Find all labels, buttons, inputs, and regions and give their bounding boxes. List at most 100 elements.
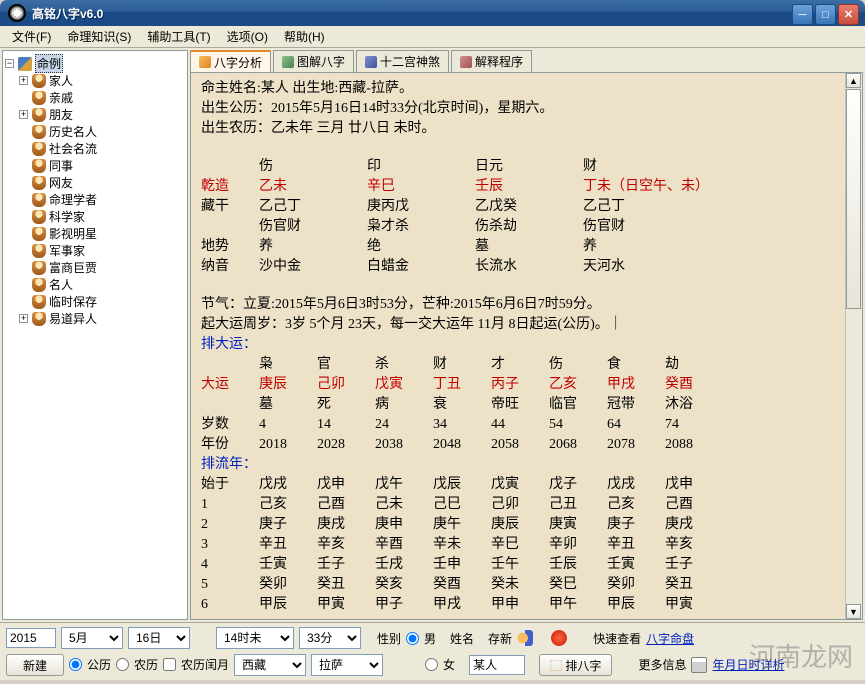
name-input[interactable] — [469, 655, 525, 675]
hour-select[interactable]: 14时未 — [216, 627, 294, 649]
row-cell: 戊申 — [317, 475, 375, 495]
row-cell: 印 — [367, 157, 475, 177]
tree-item[interactable]: 富商巨贾 — [5, 259, 185, 276]
more-info-link[interactable]: 年月日时详析 — [712, 658, 784, 672]
new-button[interactable]: 新建 — [6, 654, 64, 676]
row-cell: 癸酉 — [433, 575, 491, 595]
tree-item-label[interactable]: 朋友 — [49, 106, 73, 123]
tree-item-label[interactable]: 影视明星 — [49, 225, 97, 242]
maximize-button[interactable]: □ — [815, 4, 836, 25]
scroll-up-button[interactable]: ▲ — [846, 73, 861, 88]
tree-item-label[interactable]: 网友 — [49, 174, 73, 191]
female-radio[interactable] — [425, 658, 438, 671]
tree-item-label[interactable]: 同事 — [49, 157, 73, 174]
lunar-radio[interactable] — [116, 658, 129, 671]
tree-item-label[interactable]: 命理学者 — [49, 191, 97, 208]
tree-panel[interactable]: − 命例 + 家人亲戚 + 朋友历史名人社会名流同事网友命理学者科学家影视明星军事家富… — [2, 50, 188, 620]
province-select[interactable]: 西藏 — [234, 654, 306, 676]
analysis-text[interactable]: 命主姓名:某人 出生地:西藏-拉萨。 出生公历：2015年5月16日14时33分… — [190, 72, 863, 620]
day-select[interactable]: 16日 — [128, 627, 190, 649]
liunian-row: 始于戊戌戊申戊午戊辰戊寅戊子戊戌戊申 — [201, 475, 852, 495]
tree-item[interactable]: 同事 — [5, 157, 185, 174]
row-cell: 54 — [549, 415, 607, 435]
tree-expand-icon[interactable]: + — [19, 314, 28, 323]
row-cell: 丁未（日空午、未） — [583, 177, 709, 197]
tree-item-label[interactable]: 历史名人 — [49, 123, 97, 140]
month-select[interactable]: 5月 — [61, 627, 123, 649]
row-cell: 长流水 — [475, 257, 583, 277]
row-cell: 乙戊癸 — [475, 197, 583, 217]
tree-item-label[interactable]: 亲戚 — [49, 89, 73, 106]
menu-knowledge[interactable]: 命理知识(S) — [59, 26, 139, 47]
tree-root-label[interactable]: 命例 — [35, 54, 63, 73]
minute-select[interactable]: 33分 — [299, 627, 361, 649]
menu-options[interactable]: 选项(O) — [219, 26, 276, 47]
tree-item[interactable]: + 家人 — [5, 72, 185, 89]
tree-item-label[interactable]: 军事家 — [49, 242, 85, 259]
person-icon — [32, 125, 46, 139]
tree-collapse-icon[interactable]: − — [5, 59, 14, 68]
tree-item[interactable]: 社会名流 — [5, 140, 185, 157]
person-icon — [32, 193, 46, 207]
row-cell: 病 — [375, 395, 433, 415]
tree-item-label[interactable]: 名人 — [49, 276, 73, 293]
year-input[interactable] — [6, 628, 56, 648]
quick-view-link[interactable]: 八字命盘 — [646, 632, 694, 646]
scroll-thumb[interactable] — [846, 89, 861, 309]
city-select[interactable]: 拉萨 — [311, 654, 383, 676]
tree-item-label[interactable]: 富商巨贾 — [49, 259, 97, 276]
row-cell: 财 — [433, 355, 491, 375]
row-cell: 冠带 — [607, 395, 665, 415]
tree-item[interactable]: 影视明星 — [5, 225, 185, 242]
tree-item[interactable]: 网友 — [5, 174, 185, 191]
row-label: 4 — [201, 555, 259, 575]
red-dot-icon[interactable] — [551, 630, 567, 646]
tree-item[interactable]: 亲戚 — [5, 89, 185, 106]
row-cell: 辛丑 — [259, 535, 317, 555]
scroll-down-button[interactable]: ▼ — [846, 604, 861, 619]
tree-item-label[interactable]: 社会名流 — [49, 140, 97, 157]
tree-item[interactable]: 临时保存 — [5, 293, 185, 310]
vertical-scrollbar[interactable]: ▲ ▼ — [845, 73, 862, 619]
calendar-icon[interactable] — [691, 657, 707, 673]
tree-item[interactable]: 命理学者 — [5, 191, 185, 208]
tree-item[interactable]: + 朋友 — [5, 106, 185, 123]
tree-item-label[interactable]: 科学家 — [49, 208, 85, 225]
tab-explain[interactable]: 解释程序 — [451, 50, 532, 72]
row-cell: 辛丑 — [607, 535, 665, 555]
tree-root-row[interactable]: − 命例 — [5, 55, 185, 72]
menu-tools[interactable]: 辅助工具(T) — [139, 26, 218, 47]
row-cell: 伤杀劫 — [475, 217, 583, 237]
paibazi-button[interactable]: ⬚ 排八字 — [539, 654, 612, 676]
tree-item[interactable]: 名人 — [5, 276, 185, 293]
menu-file[interactable]: 文件(F) — [4, 26, 59, 47]
tree-item[interactable]: 历史名人 — [5, 123, 185, 140]
row-cell: 壬寅 — [259, 555, 317, 575]
tab-diagram[interactable]: 图解八字 — [273, 50, 354, 72]
row-cell: 64 — [607, 415, 665, 435]
info-name-line: 命主姓名:某人 出生地:西藏-拉萨。 — [201, 79, 852, 99]
solar-radio[interactable] — [69, 658, 82, 671]
minimize-button[interactable]: ─ — [792, 4, 813, 25]
row-cell: 死 — [317, 395, 375, 415]
tree-item-label[interactable]: 临时保存 — [49, 293, 97, 310]
tree-item[interactable]: + 易道异人 — [5, 310, 185, 327]
pillar-header-row: 伤印日元财 — [201, 157, 852, 177]
window-titlebar: 高铭八字v6.0 ─ □ ✕ — [0, 0, 865, 26]
tree-item-label[interactable]: 易道异人 — [49, 310, 97, 327]
tree-expand-icon[interactable]: + — [19, 110, 28, 119]
row-cell: 己卯 — [491, 495, 549, 515]
close-button[interactable]: ✕ — [838, 4, 859, 25]
tab-analysis[interactable]: 八字分析 — [190, 50, 271, 72]
speak-icon[interactable] — [517, 630, 533, 646]
tab-palace[interactable]: 十二宫神煞 — [356, 50, 449, 72]
tree-expand-icon[interactable]: + — [19, 76, 28, 85]
tree-item[interactable]: 军事家 — [5, 242, 185, 259]
tree-item[interactable]: 科学家 — [5, 208, 185, 225]
leap-checkbox[interactable] — [163, 658, 176, 671]
lunar-label: 农历 — [134, 656, 158, 673]
tree-item-label[interactable]: 家人 — [49, 72, 73, 89]
person-icon — [32, 91, 46, 105]
male-radio[interactable] — [406, 632, 419, 645]
menu-help[interactable]: 帮助(H) — [276, 26, 333, 47]
